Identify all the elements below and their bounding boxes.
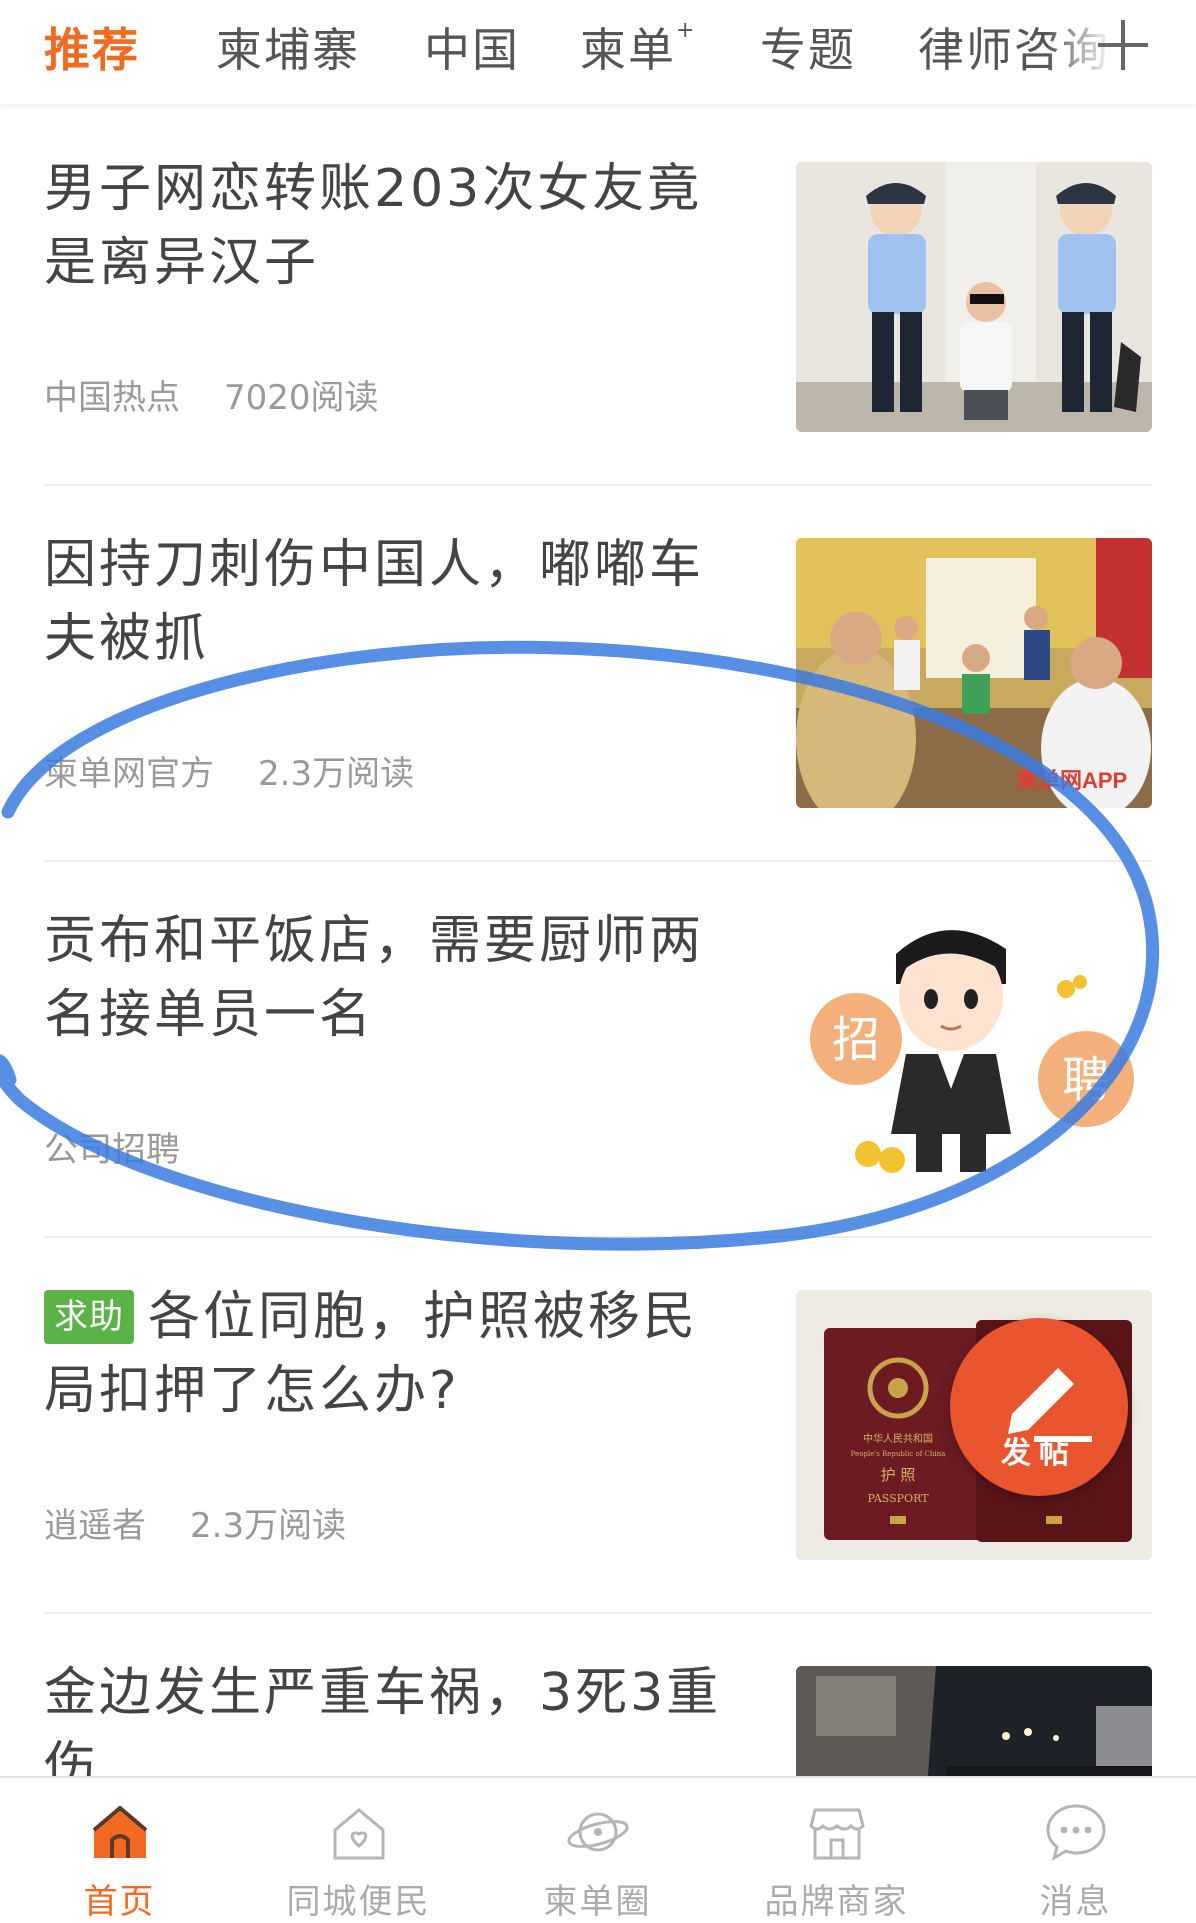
article-source: 逍遥者 [44, 1506, 146, 1546]
chat-bubble-icon [1046, 1804, 1106, 1862]
article-meta: 公司招聘 [44, 1122, 180, 1171]
list-item[interactable]: 因持刀刺伤中国人，嘟嘟车夫被抓 柬单网官方 2.3万阅读 柬单网APP [0, 484, 1196, 860]
article-reads: 2.3万阅读 [190, 1506, 347, 1546]
passport-text-4: PASSPORT [867, 1492, 929, 1505]
passport-text-1: 中华人民共和国 [863, 1432, 933, 1445]
article-title: 求助 各位同胞，护照被移民局扣押了怎么办? [44, 1280, 734, 1428]
article-meta: 逍遥者 2.3万阅读 [44, 1498, 346, 1547]
nav-messages[interactable]: 消息 [956, 1778, 1195, 1922]
article-thumbnail: 柬单网APP [796, 538, 1152, 808]
article-thumbnail [796, 162, 1152, 432]
tab-cambodia[interactable]: 柬埔寨 [216, 14, 360, 80]
new-post-button[interactable]: 发帖 [950, 1318, 1128, 1496]
tab-badge: + [676, 18, 697, 43]
bottom-nav: 首页 同城便民 柬单圈 品牌商家 消息 [0, 1776, 1196, 1922]
tab-jiandan-label: 柬单 [580, 23, 676, 77]
article-thumbnail: 招 聘 [796, 914, 1152, 1184]
planet-icon [567, 1812, 629, 1852]
house-heart-icon [333, 1808, 385, 1860]
article-title-text: 各位同胞，护照被移民局扣押了怎么办? [44, 1287, 699, 1421]
article-source: 柬单网官方 [44, 754, 214, 794]
nav-home[interactable]: 首页 [0, 1778, 239, 1922]
list-item[interactable]: 贡布和平饭店，需要厨师两名接单员一名 公司招聘 招 聘 [0, 860, 1196, 1236]
recruit-char-1: 招 [832, 1012, 880, 1068]
nav-brands[interactable]: 品牌商家 [717, 1778, 956, 1922]
list-item[interactable]: 男子网恋转账203次女友竟是离异汉子 中国热点 7020阅读 [0, 108, 1196, 484]
tab-recommend[interactable]: 推荐 [44, 14, 140, 80]
store-icon [809, 1808, 865, 1860]
nav-brands-label: 品牌商家 [764, 1882, 909, 1922]
recruit-char-2: 聘 [1062, 1052, 1110, 1108]
article-title: 金边发生严重车祸，3死3重伤 [44, 1663, 722, 1776]
article-reads: 2.3万阅读 [258, 754, 415, 794]
article-title: 因持刀刺伤中国人，嘟嘟车夫被抓 [44, 535, 705, 669]
tab-jiandan[interactable]: 柬单+ [580, 14, 696, 80]
nav-local-services-label: 同城便民 [286, 1882, 431, 1922]
top-tab-bar: 推荐 柬埔寨 中国 柬单+ 专题 律师咨询 [0, 0, 1196, 104]
article-reads: 7020阅读 [224, 378, 379, 418]
article-source: 中国热点 [44, 378, 180, 418]
nav-home-label: 首页 [83, 1882, 156, 1922]
news-feed: 男子网恋转账203次女友竟是离异汉子 中国热点 7020阅读 因持刀刺伤中国人，… [0, 108, 1196, 1776]
list-item[interactable]: 金边发生严重车祸，3死3重伤 [0, 1612, 1196, 1776]
police-station-photo: 柬单网APP [796, 538, 1152, 808]
home-icon [92, 1806, 148, 1858]
night-street-photo [796, 1666, 1152, 1776]
tab-china[interactable]: 中国 [424, 14, 520, 80]
article-meta: 中国热点 7020阅读 [44, 370, 379, 419]
new-post-label: 发帖 [1001, 1436, 1077, 1471]
article-title: 男子网恋转账203次女友竟是离异汉子 [44, 159, 703, 293]
add-channel-icon[interactable] [1098, 20, 1148, 70]
help-tag: 求助 [44, 1290, 134, 1344]
nav-circle-label: 柬单圈 [543, 1882, 652, 1922]
article-source: 公司招聘 [44, 1130, 180, 1170]
tab-topics[interactable]: 专题 [760, 14, 856, 80]
article-meta: 柬单网官方 2.3万阅读 [44, 746, 414, 795]
article-thumbnail [796, 1666, 1152, 1776]
recruitment-cartoon: 招 聘 [796, 914, 1152, 1184]
image-watermark: 柬单网APP [1016, 768, 1127, 793]
nav-messages-label: 消息 [1039, 1882, 1112, 1922]
nav-local-services[interactable]: 同城便民 [239, 1778, 478, 1922]
passport-text-3: 护 照 [881, 1466, 916, 1484]
passport-text-2: People's Republic of China [851, 1450, 946, 1458]
article-title: 贡布和平饭店，需要厨师两名接单员一名 [44, 911, 705, 1045]
police-arrest-photo [796, 162, 1152, 432]
nav-circle[interactable]: 柬单圈 [478, 1778, 717, 1922]
